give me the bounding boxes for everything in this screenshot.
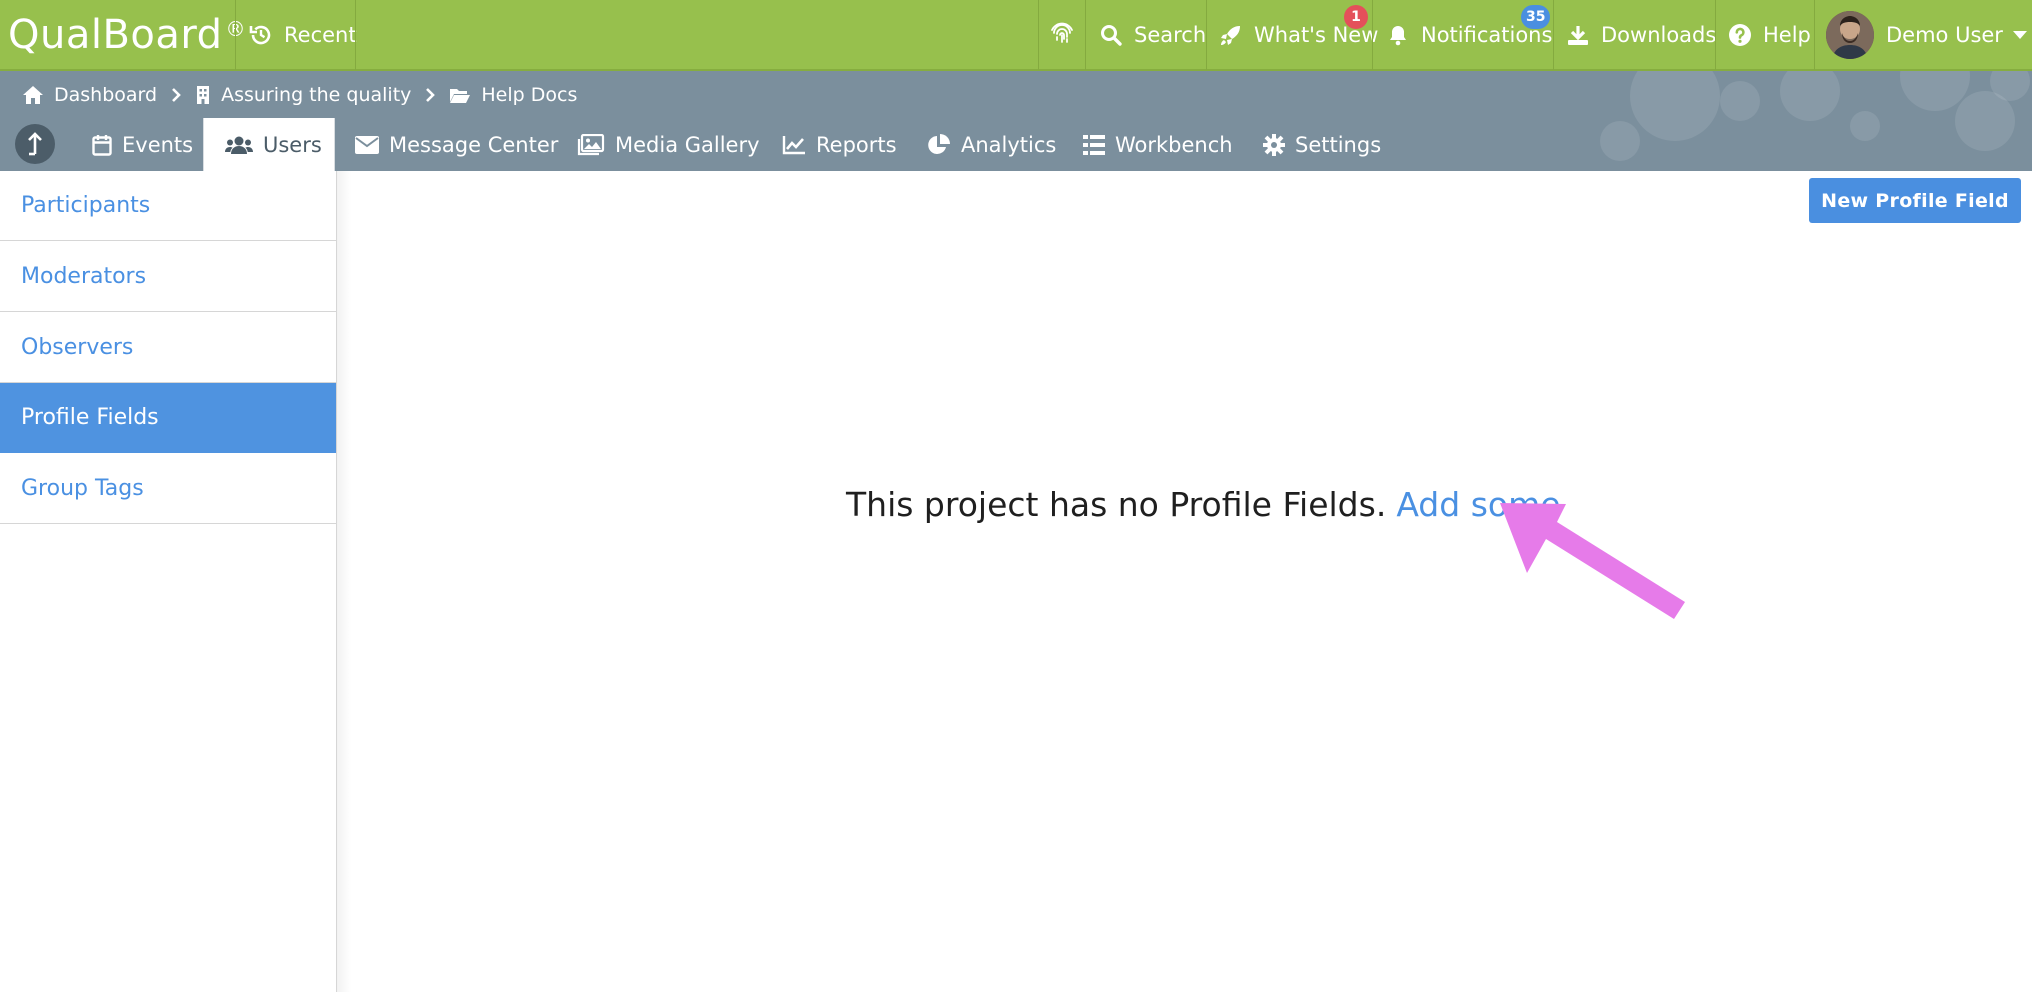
background-bubble — [1720, 81, 1760, 121]
notifications-button[interactable]: Notifications 35 — [1385, 0, 1552, 70]
line-chart-icon — [782, 135, 805, 154]
sidebar-item-moderators[interactable]: Moderators — [0, 242, 336, 312]
download-icon — [1565, 22, 1591, 48]
history-icon — [248, 22, 274, 48]
breadcrumb-label: Assuring the quality — [221, 84, 412, 106]
tab-label: Message Center — [389, 132, 559, 157]
recent-label: Recent — [284, 23, 357, 47]
divider — [1553, 0, 1554, 70]
divider — [355, 0, 356, 70]
context-navigation-bar: Dashboard Assuring the quality Help Docs… — [0, 71, 2032, 171]
tab-label: Settings — [1295, 132, 1382, 157]
downloads-button[interactable]: Downloads — [1565, 0, 1716, 70]
tab-events[interactable]: Events — [92, 118, 203, 171]
divider — [1814, 0, 1815, 70]
sidebar-item-label: Participants — [21, 193, 151, 218]
chevron-right-icon — [172, 88, 181, 102]
tab-analytics[interactable]: Analytics — [927, 118, 1056, 171]
sidebar-item-participants[interactable]: Participants — [0, 171, 336, 241]
empty-state-message: This project has no Profile Fields. Add … — [0, 476, 2032, 532]
background-bubble — [1780, 71, 1840, 121]
tab-label: Analytics — [961, 132, 1057, 157]
annotation-arrow-icon — [1500, 503, 1685, 619]
envelope-icon — [355, 135, 379, 154]
bell-icon — [1385, 22, 1411, 48]
sidebar-item-label: Observers — [21, 335, 134, 360]
tab-settings[interactable]: Settings — [1263, 118, 1381, 171]
recent-button[interactable]: Recent — [248, 0, 357, 70]
divider — [1038, 0, 1039, 70]
search-icon — [1098, 22, 1124, 48]
sidebar-item-label: Profile Fields — [21, 405, 159, 430]
help-label: Help — [1763, 23, 1811, 47]
whats-new-badge: 1 — [1344, 5, 1368, 29]
downloads-label: Downloads — [1601, 23, 1717, 47]
breadcrumb-project[interactable]: Assuring the quality — [195, 84, 411, 106]
tab-media-gallery[interactable]: Media Gallery — [577, 118, 760, 171]
calendar-icon — [92, 134, 112, 156]
tab-label: Media Gallery — [615, 132, 760, 157]
new-profile-field-button[interactable]: New Profile Field — [1809, 178, 2021, 223]
building-icon — [197, 86, 210, 104]
divider — [235, 0, 236, 70]
fingerprint-button[interactable] — [1049, 0, 1075, 70]
breadcrumb-label: Help Docs — [481, 84, 578, 106]
caret-down-icon — [2012, 31, 2027, 39]
notifications-badge: 35 — [1521, 5, 1551, 29]
breadcrumb: Dashboard Assuring the quality Help Docs — [22, 77, 577, 113]
search-button[interactable]: Search — [1098, 0, 1206, 70]
tab-workbench[interactable]: Workbench — [1083, 118, 1233, 171]
section-tabs: Events Users Message Center Media Galler… — [0, 118, 2032, 171]
logo-text: QualBoard — [8, 12, 223, 58]
empty-state-text: This project has no Profile Fields. — [846, 484, 1387, 524]
whats-new-button[interactable]: What's New 1 — [1218, 0, 1378, 70]
users-icon — [225, 136, 253, 154]
help-button[interactable]: Help — [1727, 0, 1811, 70]
tab-users[interactable]: Users — [203, 118, 335, 171]
list-icon — [1083, 134, 1105, 155]
folder-open-icon — [450, 89, 471, 103]
user-avatar — [1826, 11, 1874, 59]
user-menu-button[interactable]: Demo User — [1826, 0, 2027, 70]
gear-icon — [1263, 133, 1285, 156]
tab-message-center[interactable]: Message Center — [355, 118, 558, 171]
divider — [1085, 0, 1086, 70]
users-sidebar: Participants Moderators Observers Profil… — [0, 171, 337, 992]
breadcrumb-label: Dashboard — [54, 84, 158, 106]
qualboard-logo[interactable]: QualBoard® — [8, 6, 246, 64]
fingerprint-icon — [1049, 22, 1075, 48]
level-up-icon — [28, 132, 42, 156]
divider — [1206, 0, 1207, 70]
sidebar-item-observers[interactable]: Observers — [0, 313, 336, 383]
sidebar-item-profile-fields[interactable]: Profile Fields — [0, 383, 336, 453]
breadcrumb-folder[interactable]: Help Docs — [449, 84, 577, 106]
search-label: Search — [1134, 23, 1207, 47]
tab-reports[interactable]: Reports — [782, 118, 897, 171]
divider — [1372, 0, 1373, 70]
tab-label: Workbench — [1115, 132, 1233, 157]
home-icon — [23, 86, 43, 104]
sidebar-shadow — [337, 171, 351, 992]
up-level-button[interactable] — [15, 124, 55, 164]
rocket-icon — [1218, 22, 1244, 48]
tab-label: Events — [122, 132, 194, 157]
sidebar-item-label: Moderators — [21, 264, 147, 289]
tab-label: Users — [263, 132, 322, 157]
top-navigation-bar: QualBoard® Recent Search What's New 1 No… — [0, 0, 2032, 71]
user-name: Demo User — [1886, 23, 2003, 47]
breadcrumb-dashboard[interactable]: Dashboard — [22, 84, 157, 106]
question-circle-icon — [1727, 22, 1753, 48]
tab-label: Reports — [816, 132, 897, 157]
images-icon — [577, 133, 605, 155]
divider — [1715, 0, 1716, 70]
chevron-right-icon — [426, 88, 436, 102]
pie-chart-icon — [928, 133, 950, 154]
